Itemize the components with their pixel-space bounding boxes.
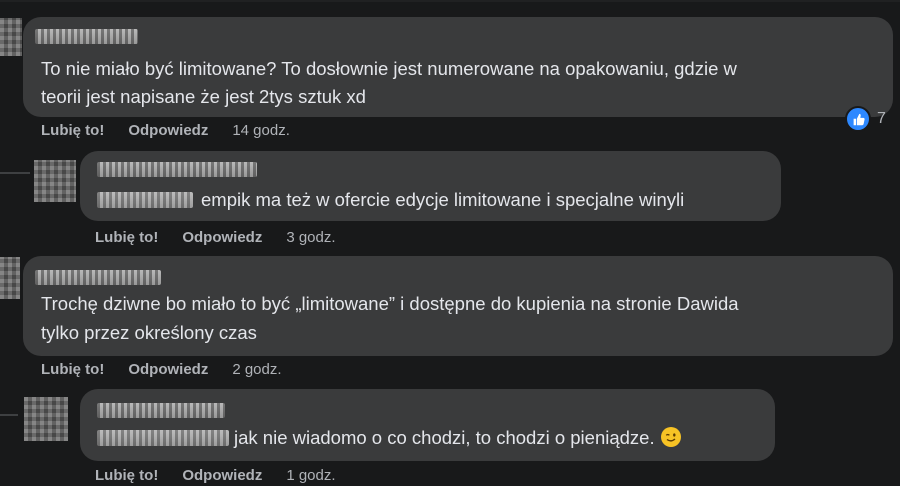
mention-redacted[interactable] <box>97 192 193 208</box>
comment-bubble: To nie miało być limitowane? To dosłowni… <box>23 17 893 117</box>
avatar[interactable] <box>24 397 68 441</box>
comment-text-body: jak nie wiadomo o co chodzi, to chodzi o… <box>234 427 655 448</box>
comment-text-line: To nie miało być limitowane? To dosłowni… <box>41 58 737 79</box>
comment-text-line: Trochę dziwne bo miało to być „limitowan… <box>41 293 739 314</box>
comment-text: jak nie wiadomo o co chodzi, to chodzi o… <box>234 423 681 452</box>
like-button[interactable]: Lubię to! <box>95 467 158 484</box>
avatar[interactable] <box>34 160 76 202</box>
author-name-redacted[interactable] <box>35 270 161 285</box>
winking-face-icon <box>660 427 681 447</box>
mention-redacted[interactable] <box>97 430 229 446</box>
comment-actions: Lubię to! Odpowiedz 3 godz. <box>95 229 336 246</box>
reply-button[interactable]: Odpowiedz <box>128 361 208 378</box>
thread-connector <box>0 414 18 416</box>
comment-actions: Lubię to! Odpowiedz 14 godz. <box>41 122 290 139</box>
author-name-redacted[interactable] <box>97 403 225 418</box>
like-thumb-icon <box>845 106 871 132</box>
reply-button[interactable]: Odpowiedz <box>128 122 208 139</box>
like-button[interactable]: Lubię to! <box>95 229 158 246</box>
comment-bubble: Trochę dziwne bo miało to być „limitowan… <box>23 256 893 356</box>
thread-line-top <box>0 0 900 2</box>
timestamp[interactable]: 14 godz. <box>232 122 290 139</box>
reply-button[interactable]: Odpowiedz <box>182 467 262 484</box>
timestamp[interactable]: 2 godz. <box>232 361 281 378</box>
reply-button[interactable]: Odpowiedz <box>182 229 262 246</box>
like-button[interactable]: Lubię to! <box>41 361 104 378</box>
thread-connector <box>0 172 30 174</box>
comment-text: empik ma też w ofercie edycje limitowane… <box>201 189 685 210</box>
comment-bubble: empik ma też w ofercie edycje limitowane… <box>80 151 781 221</box>
comment-actions: Lubię to! Odpowiedz 1 godz. <box>95 467 336 484</box>
author-name-redacted[interactable] <box>35 29 138 44</box>
comment-bubble: jak nie wiadomo o co chodzi, to chodzi o… <box>80 389 775 461</box>
reaction-summary[interactable]: 7 <box>845 106 886 132</box>
comment-text-line: tylko przez określony czas <box>41 322 257 343</box>
timestamp[interactable]: 3 godz. <box>286 229 335 246</box>
avatar[interactable] <box>0 18 22 56</box>
reaction-count: 7 <box>877 110 886 127</box>
timestamp[interactable]: 1 godz. <box>286 467 335 484</box>
comment-actions: Lubię to! Odpowiedz 2 godz. <box>41 361 282 378</box>
avatar[interactable] <box>0 257 20 299</box>
comment-text-line: teorii jest napisane że jest 2tys sztuk … <box>41 86 366 107</box>
like-button[interactable]: Lubię to! <box>41 122 104 139</box>
author-name-redacted[interactable] <box>97 162 257 177</box>
